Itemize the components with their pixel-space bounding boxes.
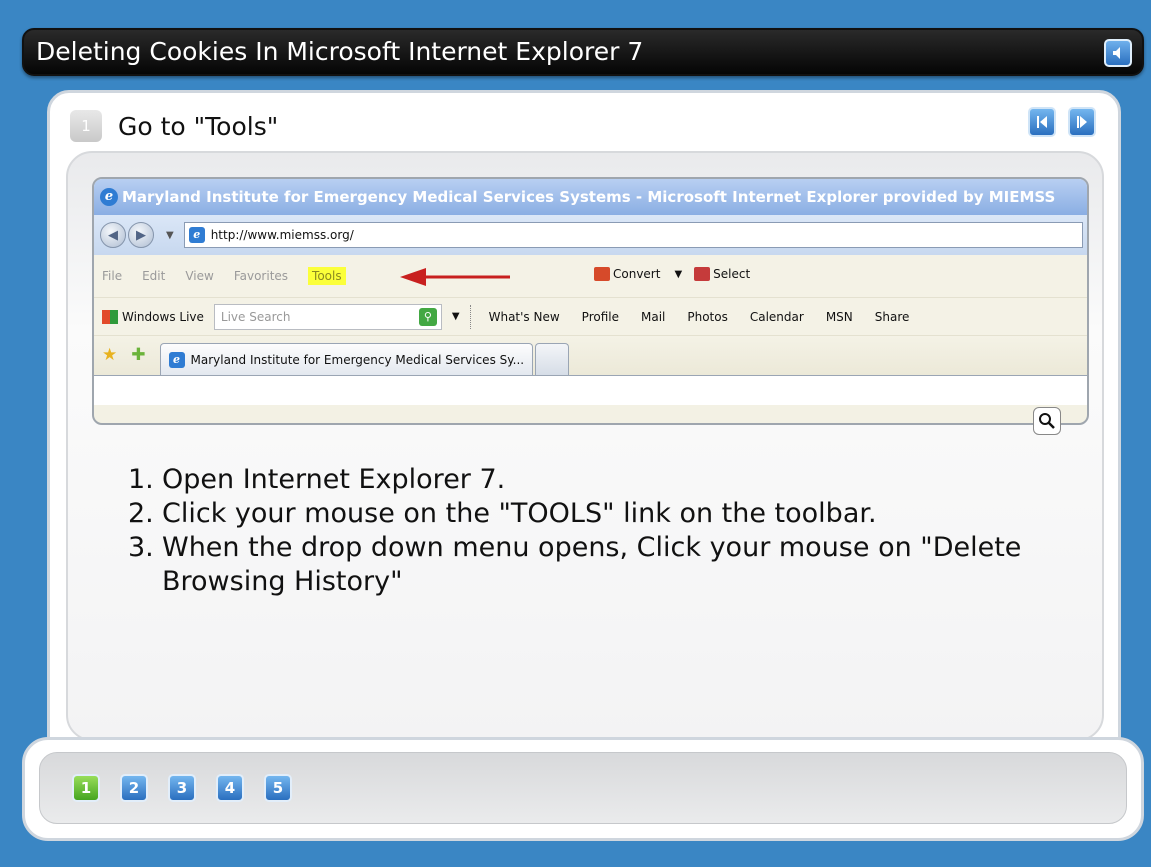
page-button-4[interactable]: 4 [216, 774, 244, 802]
step-number: 1 [70, 110, 102, 142]
link-photos: Photos [687, 309, 728, 324]
tab-title: Maryland Institute for Emergency Medical… [190, 352, 525, 367]
instruction-item: 2. Click your mouse on the "TOOLS" link … [128, 498, 877, 529]
tabs-row: ★ ✚ e Maryland Institute for Emergency M… [94, 335, 1087, 375]
title-bar: Deleting Cookies In Microsoft Internet E… [22, 28, 1144, 76]
browser-page-area [94, 375, 1087, 405]
links-row: Windows Live Live Search ⚲ ▼ What's New … [94, 297, 1087, 335]
tab-page-icon: e [168, 351, 185, 368]
back-icon: ◀ [100, 222, 126, 248]
new-tab [535, 343, 570, 375]
lesson-panel: 1 Go to "Tools" e Maryland Institute for… [47, 90, 1121, 770]
page-button-5[interactable]: 5 [264, 774, 292, 802]
link-mail: Mail [640, 309, 666, 324]
browser-tab: e Maryland Institute for Emergency Medic… [159, 343, 534, 375]
toolbar-separator [469, 304, 471, 329]
menu-favorites: Favorites [233, 269, 289, 283]
convert-icon [594, 267, 610, 281]
link-share: Share [874, 309, 910, 324]
link-calendar: Calendar [749, 309, 804, 324]
sound-button[interactable] [1104, 39, 1132, 67]
address-row: ◀ ▶ ▼ e http://www.miemss.org/ [94, 215, 1087, 255]
next-icon [1077, 116, 1087, 128]
pagination-bar: 1 2 3 4 5 [22, 737, 1144, 841]
browser-title-bar: e Maryland Institute for Emergency Medic… [94, 179, 1087, 215]
next-button[interactable] [1068, 107, 1096, 137]
menu-edit: Edit [142, 269, 166, 283]
page-icon: e [188, 227, 205, 243]
select-label: Select [713, 267, 751, 281]
windows-live-label: Windows Live [122, 309, 204, 324]
menu-file: File [102, 269, 123, 283]
menu-tools-highlighted: Tools [308, 267, 346, 285]
browser-window-title: Maryland Institute for Emergency Medical… [122, 188, 1056, 206]
link-whats-new: What's New [488, 309, 560, 324]
search-dropdown-icon: ▼ [451, 311, 460, 322]
speaker-icon [1113, 47, 1120, 59]
link-msn: MSN [825, 309, 853, 324]
page-button-3[interactable]: 3 [168, 774, 196, 802]
step-navigation [1028, 107, 1096, 137]
step-content: e Maryland Institute for Emergency Medic… [66, 151, 1104, 741]
address-text: http://www.miemss.org/ [210, 228, 354, 242]
menu-view: View [185, 269, 214, 283]
add-favorites-icon: ✚ [131, 345, 146, 365]
forward-icon: ▶ [128, 222, 154, 248]
convert-tools: Convert ▼ Select [594, 267, 750, 281]
pagination-track: 1 2 3 4 5 [39, 752, 1127, 824]
convert-dropdown-icon: ▼ [674, 268, 683, 280]
previous-icon [1037, 116, 1047, 128]
convert-label: Convert [613, 267, 661, 281]
lesson-title: Deleting Cookies In Microsoft Internet E… [36, 37, 644, 66]
browser-screenshot: e Maryland Institute for Emergency Medic… [92, 177, 1089, 425]
previous-button[interactable] [1028, 107, 1056, 137]
instruction-item: 1. Open Internet Explorer 7. [128, 464, 506, 495]
live-search-field: Live Search ⚲ [213, 303, 442, 330]
magnifier-icon [1039, 413, 1055, 429]
page-button-1[interactable]: 1 [72, 774, 100, 802]
step-header: 1 Go to "Tools" [70, 109, 278, 143]
magnify-button[interactable] [1033, 407, 1061, 435]
ie-logo-icon: e [100, 188, 118, 206]
instruction-item: 3. When the drop down menu opens, Click … [128, 532, 1022, 597]
pointer-arrow-icon [400, 268, 510, 286]
search-placeholder: Live Search [220, 309, 291, 324]
link-profile: Profile [581, 309, 619, 324]
instruction-list: 1. Open Internet Explorer 7. 2. Click yo… [128, 463, 1068, 599]
menu-row: File Edit View Favorites Tools Convert ▼… [94, 255, 1087, 297]
address-field: e http://www.miemss.org/ [183, 222, 1083, 248]
step-title: Go to "Tools" [118, 111, 279, 141]
page-button-2[interactable]: 2 [120, 774, 148, 802]
windows-live-icon [102, 309, 118, 324]
favorites-star-icon: ★ [102, 345, 118, 365]
search-go-icon: ⚲ [418, 307, 437, 326]
select-icon [694, 267, 711, 281]
history-dropdown-icon: ▼ [166, 229, 174, 241]
